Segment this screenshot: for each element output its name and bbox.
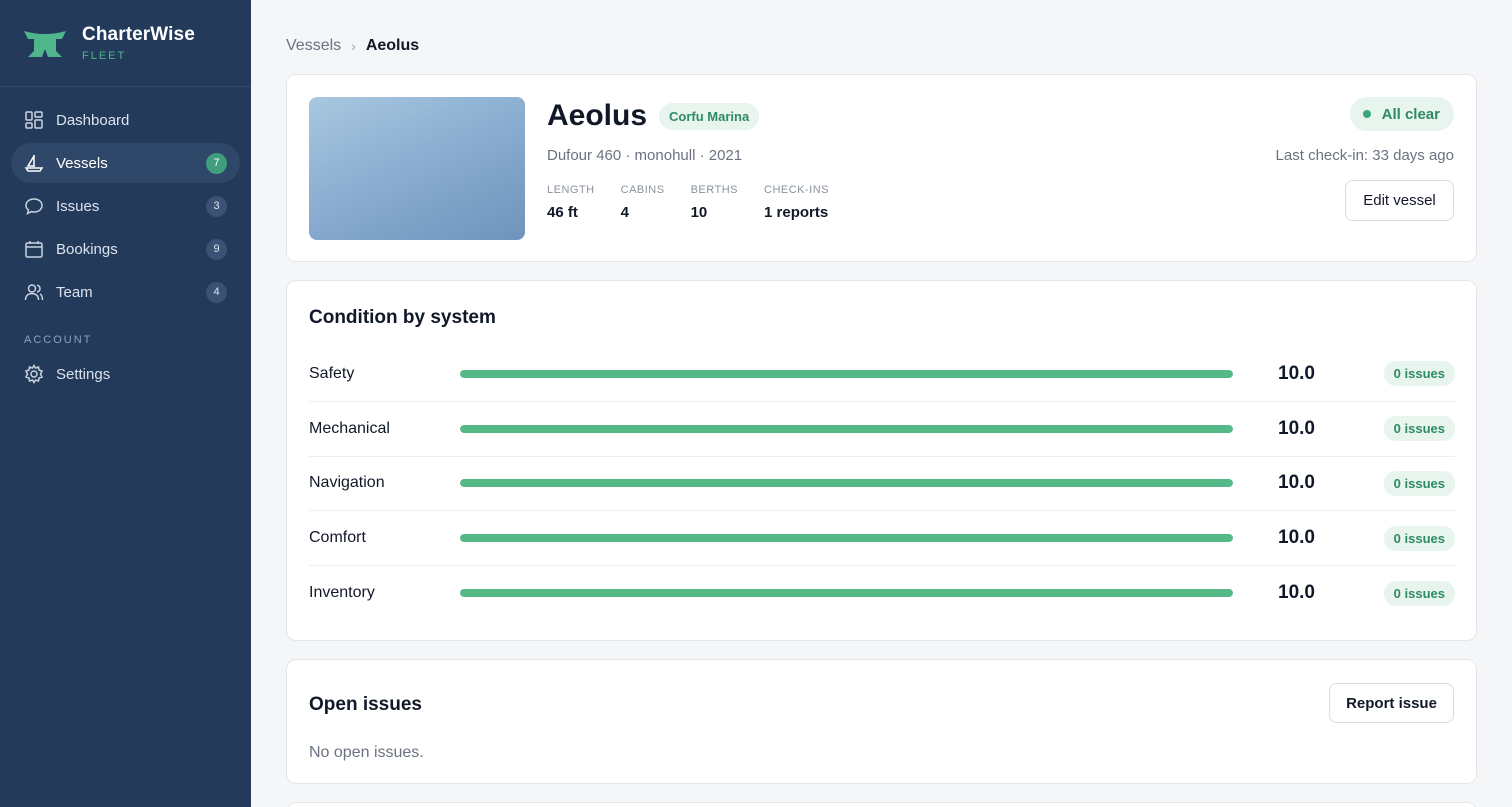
sidebar-item-label: Settings — [56, 365, 111, 383]
sidebar-item-dashboard[interactable]: Dashboard — [11, 100, 240, 140]
open-issues-card: Open issues Report issue No open issues. — [286, 659, 1477, 784]
condition-bar-fill — [460, 424, 1233, 433]
spec-length: LENGTH 46 ft — [547, 184, 595, 221]
issues-count-badge: 0 issues — [1383, 416, 1455, 442]
condition-bar — [460, 424, 1233, 433]
issues-count-badge: 0 issues — [1383, 580, 1455, 606]
condition-bar-fill — [460, 479, 1233, 488]
spec-value: 46 ft — [547, 204, 578, 221]
system-label: Safety — [309, 364, 355, 382]
status-dot-icon — [1362, 110, 1371, 118]
breadcrumb-parent-link[interactable]: Vessels — [286, 37, 341, 55]
vessel-photo — [309, 97, 525, 240]
sidebar-item-label: Dashboard — [56, 111, 130, 129]
count-badge: 3 — [206, 195, 227, 217]
system-score: 10.0 — [1278, 362, 1315, 384]
issues-count-badge: 0 issues — [1383, 361, 1455, 387]
condition-rows: Safety 10.0 0 issues Mechanical 10.0 0 i… — [309, 347, 1455, 621]
breadcrumb-current: Aeolus — [365, 36, 420, 54]
sidebar-item-vessels[interactable]: Vessels 7 — [11, 143, 240, 183]
vessel-header-card: Aeolus Corfu Marina Dufour 460 · monohul… — [286, 74, 1477, 262]
sidebar-item-team[interactable]: Team 4 — [11, 272, 240, 312]
system-label: Comfort — [309, 529, 366, 547]
sidebar: CharterWise FLEET Dashboard Vessels 7 Is… — [0, 0, 251, 807]
spec-label: BERTHS — [690, 184, 739, 196]
condition-row-inventory: Inventory 10.0 0 issues — [309, 566, 1455, 621]
spec-value: 4 — [620, 204, 629, 221]
status-badge: All clear — [1349, 97, 1454, 131]
spec-berths: BERTHS 10 — [691, 184, 738, 221]
count-badge: 7 — [206, 152, 227, 174]
spec-check-ins: CHECK-INS 1 reports — [764, 184, 829, 221]
count-badge: 9 — [206, 238, 227, 260]
gear-icon — [24, 364, 44, 384]
system-label: Navigation — [309, 474, 385, 492]
condition-bar — [460, 369, 1233, 378]
vessel-subtitle: Dufour 460 · monohull · 2021 — [547, 147, 743, 164]
sidebar-item-label: Team — [56, 283, 93, 301]
sidebar-item-label: Bookings — [56, 240, 118, 258]
condition-card: Condition by system Safety 10.0 0 issues… — [286, 280, 1477, 641]
condition-row-safety: Safety 10.0 0 issues — [309, 347, 1455, 402]
main-content: Vessels › Aeolus Aeolus Corfu Marina Duf… — [286, 0, 1477, 807]
chat-bubble-icon — [24, 196, 44, 216]
system-score: 10.0 — [1278, 472, 1315, 494]
condition-bar — [460, 534, 1233, 543]
condition-title: Condition by system — [309, 307, 496, 328]
report-issue-button[interactable]: Report issue — [1329, 683, 1454, 723]
spec-cabins: CABINS 4 — [621, 184, 665, 221]
condition-row-navigation: Navigation 10.0 0 issues — [309, 457, 1455, 512]
system-score: 10.0 — [1278, 582, 1315, 604]
sidebar-item-bookings[interactable]: Bookings 9 — [11, 229, 240, 269]
condition-bar-fill — [460, 534, 1233, 543]
vessel-info: Aeolus Corfu Marina Dufour 460 · monohul… — [547, 99, 855, 221]
condition-row-comfort: Comfort 10.0 0 issues — [309, 511, 1455, 566]
nav-section-label: ACCOUNT — [24, 334, 93, 346]
next-card — [286, 802, 1477, 807]
sidebar-nav: Dashboard Vessels 7 Issues 3 Bookings 9 — [0, 87, 251, 394]
condition-bar — [460, 479, 1233, 488]
dashboard-icon — [24, 110, 44, 130]
condition-row-mechanical: Mechanical 10.0 0 issues — [309, 402, 1455, 457]
vessel-name: Aeolus — [547, 99, 648, 132]
condition-bar-fill — [460, 369, 1233, 378]
sailboat-icon — [24, 153, 44, 173]
brand-name: CharterWise — [82, 24, 195, 45]
sidebar-item-settings[interactable]: Settings — [11, 354, 240, 394]
sidebar-item-label: Issues — [56, 197, 100, 215]
open-issues-title: Open issues — [309, 694, 422, 715]
calendar-icon — [24, 239, 44, 259]
vessel-specs: LENGTH 46 ft CABINS 4 BERTHS 10 CHECK-IN… — [547, 184, 855, 221]
issues-empty-state: No open issues. — [309, 744, 424, 761]
system-score: 10.0 — [1278, 417, 1315, 439]
system-label: Inventory — [309, 584, 375, 602]
spec-value: 1 reports — [764, 204, 829, 221]
brand[interactable]: CharterWise FLEET — [0, 0, 251, 87]
system-score: 10.0 — [1278, 527, 1315, 549]
spec-label: CABINS — [620, 184, 665, 196]
brand-subtitle: FLEET — [82, 50, 127, 62]
vessel-title-row: Aeolus Corfu Marina — [547, 99, 855, 133]
last-checkin: Last check-in: 33 days ago — [1275, 147, 1454, 164]
condition-bar-fill — [460, 589, 1233, 598]
sidebar-item-issues[interactable]: Issues 3 — [11, 186, 240, 226]
edit-vessel-button[interactable]: Edit vessel — [1345, 180, 1454, 221]
spec-label: CHECK-INS — [764, 184, 830, 196]
issues-count-badge: 0 issues — [1383, 470, 1455, 496]
team-icon — [24, 282, 44, 302]
chevron-right-icon: › — [351, 37, 356, 54]
marina-badge: Corfu Marina — [659, 102, 760, 130]
spec-label: LENGTH — [547, 184, 595, 196]
spec-value: 10 — [690, 204, 708, 221]
count-badge: 4 — [206, 281, 227, 303]
sidebar-item-label: Vessels — [56, 154, 108, 172]
system-label: Mechanical — [309, 419, 390, 437]
condition-bar — [460, 589, 1233, 598]
status-label: All clear — [1381, 105, 1440, 123]
issues-count-badge: 0 issues — [1383, 525, 1455, 551]
logo-icon — [24, 31, 66, 57]
